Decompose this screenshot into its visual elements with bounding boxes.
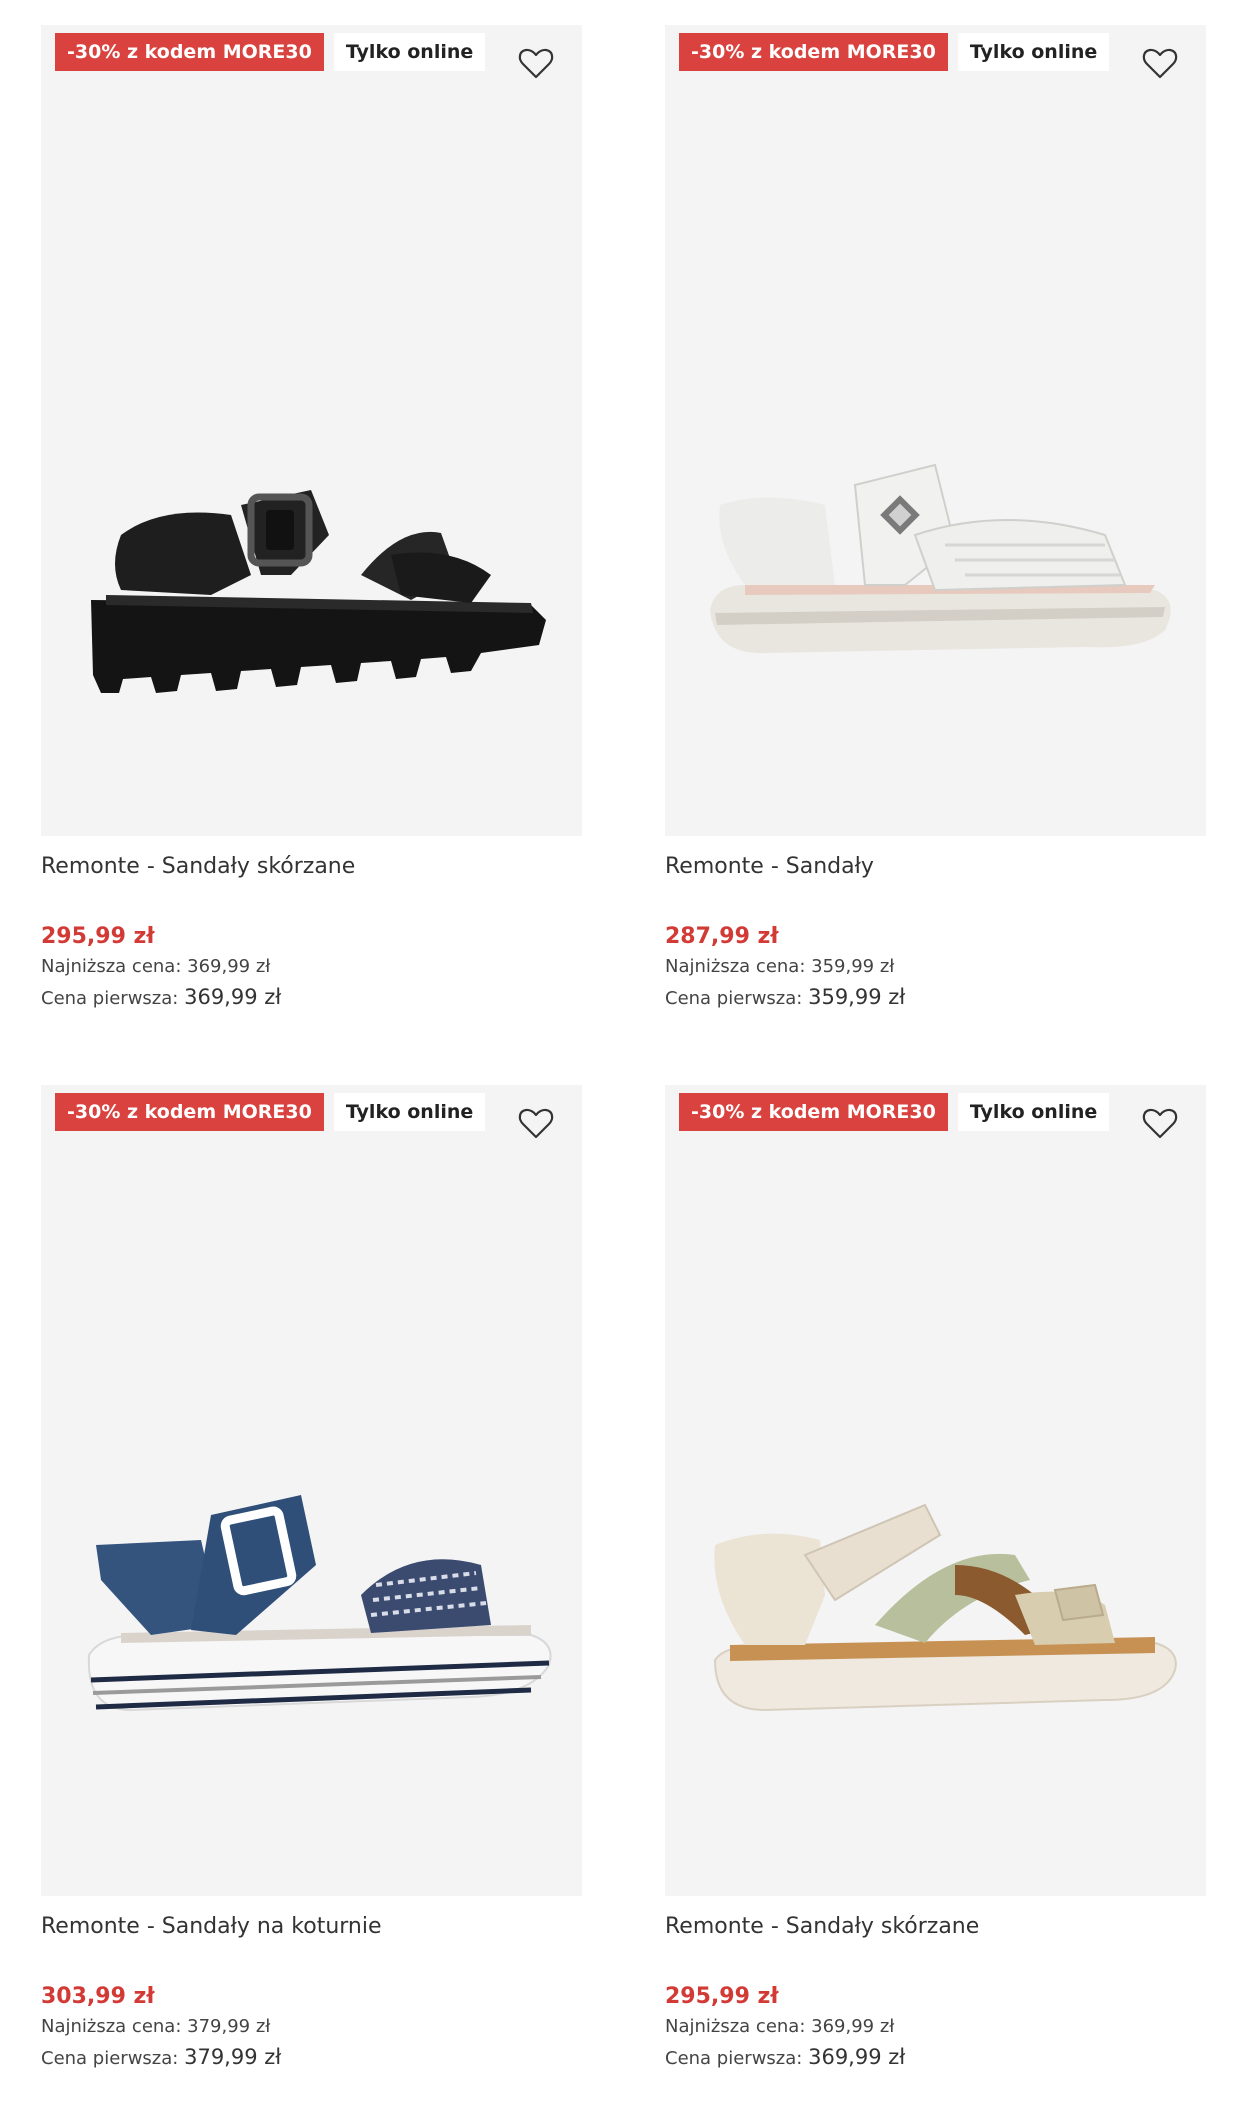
product-card[interactable]: -30% z kodem MORE30 Tylko online Remonte… <box>41 25 582 1014</box>
promo-badge: -30% z kodem MORE30 <box>679 33 948 71</box>
product-price: 295,99 zł <box>665 1984 779 2009</box>
product-grid: -30% z kodem MORE30 Tylko online Remonte… <box>0 0 1250 2123</box>
first-price: Cena pierwsza: 379,99 zł <box>41 2042 582 2074</box>
lowest-price-value: 369,99 zł <box>811 2016 895 2037</box>
product-card[interactable]: -30% z kodem MORE30 Tylko online Remonte… <box>665 25 1206 1014</box>
lowest-price: Najniższa cena: 369,99 zł <box>41 952 582 982</box>
lowest-price-value: 369,99 zł <box>187 956 271 977</box>
online-only-badge: Tylko online <box>333 33 486 71</box>
first-price-value: 379,99 zł <box>184 2045 282 2069</box>
heart-outline-icon[interactable] <box>1140 43 1180 83</box>
product-name[interactable]: Remonte - Sandały na koturnie <box>41 1912 582 1942</box>
product-image[interactable]: -30% z kodem MORE30 Tylko online <box>41 25 582 836</box>
lowest-price-label: Najniższa cena: <box>41 2016 182 2037</box>
online-only-badge: Tylko online <box>957 33 1110 71</box>
lowest-price: Najniższa cena: 369,99 zł <box>665 2012 1206 2042</box>
heart-outline-icon[interactable] <box>516 1103 556 1143</box>
product-card[interactable]: -30% z kodem MORE30 Tylko online Remonte… <box>665 1085 1206 2074</box>
product-card[interactable]: -30% z kodem MORE30 Tylko online Remonte… <box>41 1085 582 2074</box>
product-image[interactable]: -30% z kodem MORE30 Tylko online <box>665 1085 1206 1896</box>
lowest-price-label: Najniższa cena: <box>41 956 182 977</box>
badges: -30% z kodem MORE30 Tylko online <box>55 33 486 71</box>
sandal-beige-image <box>685 1485 1186 1785</box>
heart-outline-icon[interactable] <box>1140 1103 1180 1143</box>
product-price: 303,99 zł <box>41 1984 155 2009</box>
online-only-badge: Tylko online <box>333 1093 486 1131</box>
first-price: Cena pierwsza: 359,99 zł <box>665 982 1206 1014</box>
product-name[interactable]: Remonte - Sandały skórzane <box>665 1912 1206 1942</box>
first-price-label: Cena pierwsza: <box>41 2048 179 2069</box>
first-price-value: 359,99 zł <box>808 985 906 1009</box>
first-price-label: Cena pierwsza: <box>41 988 179 1009</box>
product-name[interactable]: Remonte - Sandały skórzane <box>41 852 582 882</box>
product-image[interactable]: -30% z kodem MORE30 Tylko online <box>41 1085 582 1896</box>
lowest-price: Najniższa cena: 359,99 zł <box>665 952 1206 982</box>
promo-badge: -30% z kodem MORE30 <box>679 1093 948 1131</box>
product-name[interactable]: Remonte - Sandały <box>665 852 1206 882</box>
lowest-price-value: 359,99 zł <box>811 956 895 977</box>
online-only-badge: Tylko online <box>957 1093 1110 1131</box>
lowest-price-value: 379,99 zł <box>187 2016 271 2037</box>
lowest-price-label: Najniższa cena: <box>665 2016 806 2037</box>
sandal-black-image <box>61 435 562 735</box>
first-price-value: 369,99 zł <box>184 985 282 1009</box>
first-price-label: Cena pierwsza: <box>665 2048 803 2069</box>
first-price: Cena pierwsza: 369,99 zł <box>665 2042 1206 2074</box>
first-price-value: 369,99 zł <box>808 2045 906 2069</box>
first-price: Cena pierwsza: 369,99 zł <box>41 982 582 1014</box>
lowest-price: Najniższa cena: 379,99 zł <box>41 2012 582 2042</box>
badges: -30% z kodem MORE30 Tylko online <box>55 1093 486 1131</box>
lowest-price-label: Najniższa cena: <box>665 956 806 977</box>
promo-badge: -30% z kodem MORE30 <box>55 33 324 71</box>
product-price: 295,99 zł <box>41 924 155 949</box>
badges: -30% z kodem MORE30 Tylko online <box>679 1093 1110 1131</box>
sandal-blue-image <box>61 1485 562 1785</box>
product-image[interactable]: -30% z kodem MORE30 Tylko online <box>665 25 1206 836</box>
sandal-silver-image <box>685 435 1186 735</box>
promo-badge: -30% z kodem MORE30 <box>55 1093 324 1131</box>
product-price: 287,99 zł <box>665 924 779 949</box>
first-price-label: Cena pierwsza: <box>665 988 803 1009</box>
heart-outline-icon[interactable] <box>516 43 556 83</box>
badges: -30% z kodem MORE30 Tylko online <box>679 33 1110 71</box>
